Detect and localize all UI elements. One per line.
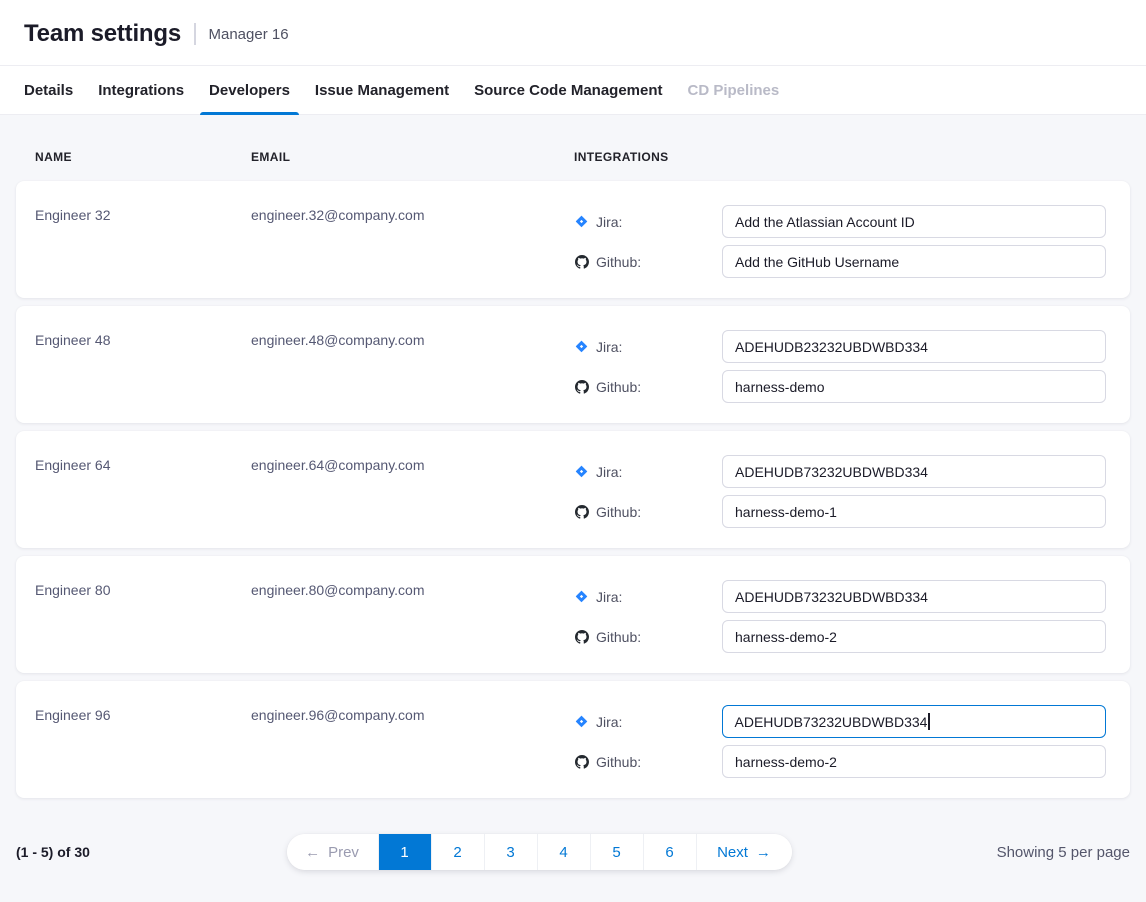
tab-issue-management[interactable]: Issue Management: [306, 66, 458, 114]
pagination-bar: (1 - 5) of 30 ←Prev123456Next→ Showing 5…: [0, 806, 1146, 870]
jira-label: Jira:: [596, 339, 622, 355]
developer-email: engineer.48@company.com: [251, 330, 574, 403]
page-button-3[interactable]: 3: [484, 834, 537, 870]
jira-input[interactable]: ADEHUDB73232UBDWBD334: [722, 580, 1106, 613]
github-icon: [574, 380, 589, 394]
page-button-1[interactable]: 1: [378, 834, 431, 870]
jira-input[interactable]: ADEHUDB23232UBDWBD334: [722, 330, 1106, 363]
github-icon: [574, 255, 589, 269]
integrations-cell: Jira: ADEHUDB73232UBDWBD334 Github: harn…: [574, 580, 1106, 653]
per-page-label: Showing 5 per page: [890, 844, 1130, 861]
github-icon: [574, 630, 589, 644]
developer-email: engineer.64@company.com: [251, 455, 574, 528]
text-caret: [928, 713, 930, 730]
column-header-name: NAME: [35, 150, 251, 164]
jira-label: Jira:: [596, 464, 622, 480]
developers-table: NAME EMAIL INTEGRATIONS Engineer 32 engi…: [0, 115, 1146, 798]
jira-icon: [574, 590, 589, 603]
tab-bar: DetailsIntegrationsDevelopersIssue Manag…: [0, 65, 1146, 115]
page-button-4[interactable]: 4: [537, 834, 590, 870]
tab-source-code-management[interactable]: Source Code Management: [465, 66, 671, 114]
table-row: Engineer 80 engineer.80@company.com Jira…: [16, 556, 1130, 673]
page-header: Team settings Manager 16: [0, 0, 1146, 65]
table-row: Engineer 48 engineer.48@company.com Jira…: [16, 306, 1130, 423]
jira-icon: [574, 340, 589, 353]
github-input[interactable]: Add the GitHub Username: [722, 245, 1106, 278]
integrations-cell: Jira: Add the Atlassian Account ID Githu…: [574, 205, 1106, 278]
jira-icon: [574, 715, 589, 728]
tab-developers[interactable]: Developers: [200, 66, 299, 114]
integrations-cell: Jira: ADEHUDB23232UBDWBD334 Github: harn…: [574, 330, 1106, 403]
github-label: Github:: [596, 754, 641, 770]
integrations-cell: Jira: ADEHUDB73232UBDWBD334 Github: harn…: [574, 455, 1106, 528]
github-icon: [574, 505, 589, 519]
table-header: NAME EMAIL INTEGRATIONS: [16, 115, 1130, 181]
page-title: Team settings: [24, 20, 181, 48]
pagination-controls: ←Prev123456Next→: [287, 834, 792, 870]
jira-icon: [574, 215, 589, 228]
page-button-6[interactable]: 6: [643, 834, 696, 870]
column-header-integrations: INTEGRATIONS: [574, 150, 1106, 164]
jira-label: Jira:: [596, 714, 622, 730]
tab-integrations[interactable]: Integrations: [89, 66, 193, 114]
developer-email: engineer.32@company.com: [251, 205, 574, 278]
github-label: Github:: [596, 629, 641, 645]
jira-label: Jira:: [596, 214, 622, 230]
arrow-right-icon: →: [756, 844, 771, 861]
arrow-left-icon: ←: [305, 844, 320, 861]
tab-cd-pipelines: CD Pipelines: [679, 66, 789, 114]
table-row: Engineer 96 engineer.96@company.com Jira…: [16, 681, 1130, 798]
github-label: Github:: [596, 254, 641, 270]
developer-name: Engineer 32: [35, 205, 251, 278]
column-header-email: EMAIL: [251, 150, 574, 164]
developer-name: Engineer 48: [35, 330, 251, 403]
github-input[interactable]: harness-demo: [722, 370, 1106, 403]
developer-email: engineer.96@company.com: [251, 705, 574, 778]
developer-name: Engineer 96: [35, 705, 251, 778]
title-divider: [194, 23, 196, 45]
github-input[interactable]: harness-demo-1: [722, 495, 1106, 528]
jira-input[interactable]: ADEHUDB73232UBDWBD334: [722, 705, 1106, 738]
jira-input[interactable]: ADEHUDB73232UBDWBD334: [722, 455, 1106, 488]
page-button-2[interactable]: 2: [431, 834, 484, 870]
next-page-button[interactable]: Next→: [696, 834, 792, 870]
developer-name: Engineer 80: [35, 580, 251, 653]
github-label: Github:: [596, 379, 641, 395]
tab-details[interactable]: Details: [15, 66, 82, 114]
github-input[interactable]: harness-demo-2: [722, 620, 1106, 653]
page-subtitle: Manager 16: [209, 26, 289, 43]
developer-email: engineer.80@company.com: [251, 580, 574, 653]
table-row: Engineer 32 engineer.32@company.com Jira…: [16, 181, 1130, 298]
jira-input[interactable]: Add the Atlassian Account ID: [722, 205, 1106, 238]
github-label: Github:: [596, 504, 641, 520]
jira-icon: [574, 465, 589, 478]
page-button-5[interactable]: 5: [590, 834, 643, 870]
github-input[interactable]: harness-demo-2: [722, 745, 1106, 778]
jira-label: Jira:: [596, 589, 622, 605]
github-icon: [574, 755, 589, 769]
prev-page-button[interactable]: ←Prev: [287, 834, 378, 870]
pagination-range-label: (1 - 5) of 30: [16, 844, 256, 860]
integrations-cell: Jira: ADEHUDB73232UBDWBD334 Github: harn…: [574, 705, 1106, 778]
developer-name: Engineer 64: [35, 455, 251, 528]
table-row: Engineer 64 engineer.64@company.com Jira…: [16, 431, 1130, 548]
